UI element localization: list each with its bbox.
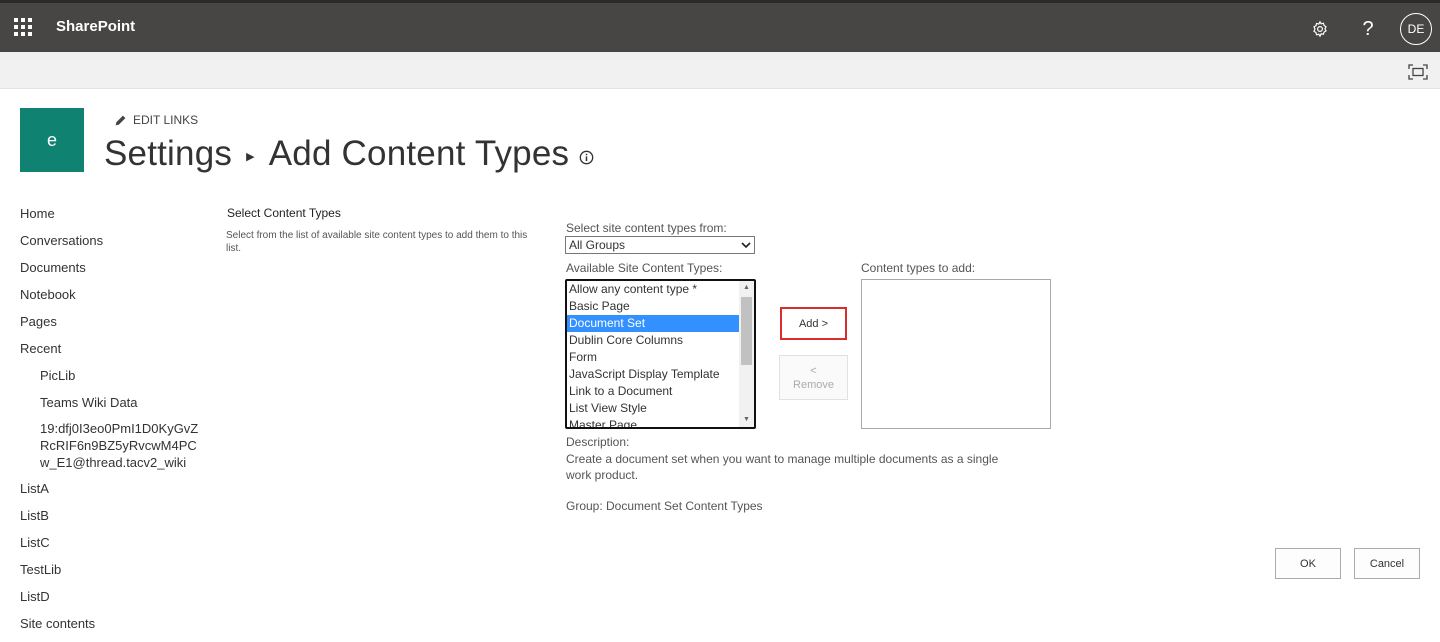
chevron-down-icon [741,241,751,248]
nav-item-listd[interactable]: ListD [20,587,190,614]
nav-item-teams-wiki-data[interactable]: Teams Wiki Data [20,393,190,420]
nav-item-pages[interactable]: Pages [20,312,190,339]
ok-button[interactable]: OK [1275,548,1341,579]
nav-item-thread-wiki[interactable]: 19:dfj0I3eo0PmI1D0KyGvZRcRIF6n9BZ5yRvcwM… [20,420,200,471]
add-button[interactable]: Add > [780,307,847,340]
list-item[interactable]: Dublin Core Columns [567,332,739,349]
content-types-to-add-listbox[interactable] [861,279,1051,429]
nav-item-recent[interactable]: Recent [20,339,190,366]
pencil-icon [115,115,126,125]
info-icon[interactable] [579,150,594,165]
group-text: Group: Document Set Content Types [566,499,763,513]
ribbon-bar [0,52,1440,89]
section-description: Select from the list of available site c… [226,230,528,254]
scroll-down-icon[interactable]: ▼ [739,413,754,427]
user-avatar[interactable]: DE [1400,13,1432,45]
to-add-label: Content types to add: [861,261,976,275]
list-item[interactable]: Link to a Document [567,383,739,400]
cancel-button[interactable]: Cancel [1354,548,1420,579]
description-label: Description: [566,435,630,449]
nav-item-site-contents[interactable]: Site contents [20,614,190,641]
list-item[interactable]: JavaScript Display Template [567,366,739,383]
section-title: Select Content Types [227,206,341,220]
available-types-listbox[interactable]: Allow any content type * Basic Page Docu… [565,279,756,429]
brand-title[interactable]: SharePoint [56,18,135,35]
nav-item-listc[interactable]: ListC [20,533,190,560]
help-icon[interactable]: ? [1352,13,1384,45]
app-launcher-icon[interactable] [12,15,36,39]
group-select[interactable]: All Groups [565,236,755,254]
list-item[interactable]: Basic Page [567,298,739,315]
group-select-value: All Groups [569,238,626,252]
edit-links-label: EDIT LINKS [133,113,199,127]
suite-bar: SharePoint ? DE [0,0,1440,52]
list-item[interactable]: List View Style [567,400,739,417]
list-item[interactable]: Master Page [567,417,739,427]
nav-item-notebook[interactable]: Notebook [20,285,190,312]
list-item-selected[interactable]: Document Set [567,315,739,332]
site-logo[interactable]: e [20,108,84,172]
settings-gear-icon[interactable] [1304,13,1336,45]
nav-item-testlib[interactable]: TestLib [20,560,190,587]
focus-mode-icon[interactable] [1408,64,1428,80]
breadcrumb-current: Add Content Types [268,134,570,173]
nav-item-piclib[interactable]: PicLib [20,366,190,393]
list-item[interactable]: Form [567,349,739,366]
breadcrumb-settings[interactable]: Settings [104,134,232,174]
listbox-scrollbar[interactable]: ▲ ▼ [739,281,754,427]
nav-item-lista[interactable]: ListA [20,479,190,506]
remove-arrow-icon: < [810,364,817,377]
available-types-label: Available Site Content Types: [566,261,723,275]
select-from-label: Select site content types from: [566,221,727,235]
page-title: Settings ▶ Add Content Types [104,134,594,174]
breadcrumb-arrow-icon: ▶ [246,150,255,163]
nav-item-conversations[interactable]: Conversations [20,231,190,258]
description-text: Create a document set when you want to m… [566,452,999,482]
scroll-up-icon[interactable]: ▲ [739,281,754,295]
edit-links-button[interactable]: EDIT LINKS [114,113,198,127]
list-item[interactable]: Allow any content type * [567,281,739,298]
nav-item-home[interactable]: Home [20,204,190,231]
nav-item-listb[interactable]: ListB [20,506,190,533]
remove-button[interactable]: < Remove [779,355,848,400]
scroll-thumb[interactable] [741,297,752,365]
left-navigation: Home Conversations Documents Notebook Pa… [20,204,198,641]
remove-label: Remove [793,378,834,391]
nav-item-documents[interactable]: Documents [20,258,190,285]
